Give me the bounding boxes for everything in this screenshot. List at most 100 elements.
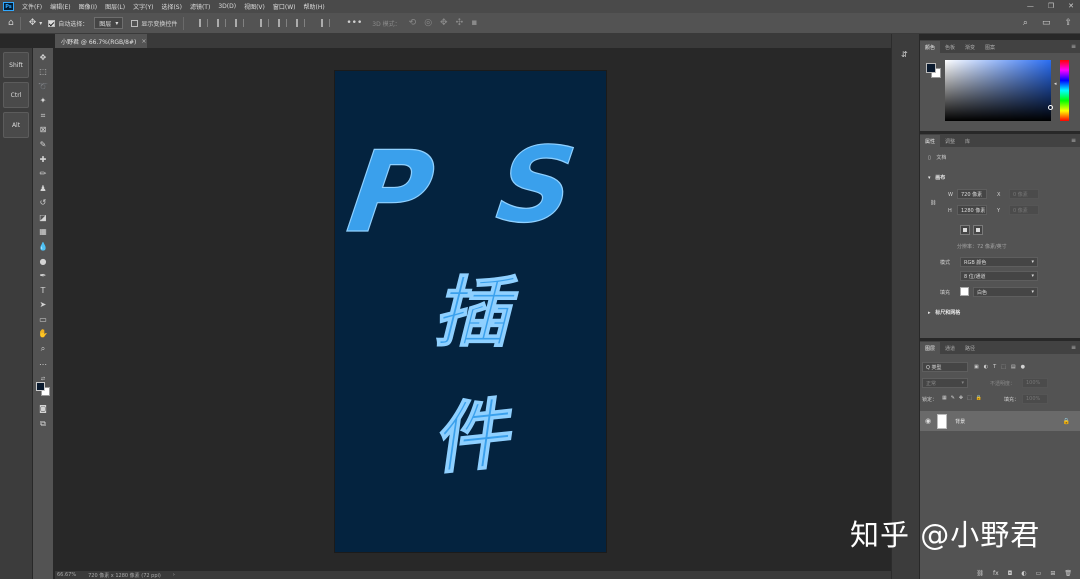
frame-tool-icon[interactable]: ⊠	[37, 124, 49, 136]
hand-tool-icon[interactable]: ✋	[37, 328, 49, 340]
color-panel-foreground-swatch[interactable]	[926, 63, 936, 73]
move-tool-icon[interactable]: ✥	[37, 52, 49, 64]
layer-fill-field[interactable]: 100%	[1022, 394, 1048, 404]
minimize-button[interactable]: —	[1027, 2, 1034, 10]
hue-marker-icon[interactable]: ◂	[1054, 81, 1057, 87]
align-left-icon[interactable]	[260, 19, 270, 27]
shift-key[interactable]: Shift	[3, 52, 29, 78]
align-right-icon[interactable]	[296, 19, 306, 27]
restore-button[interactable]: ❐	[1048, 2, 1054, 10]
history-brush-icon[interactable]: ↺	[37, 197, 49, 209]
align-top-icon[interactable]	[199, 19, 209, 27]
lock-icons[interactable]: ▦✎✥⬚🔒	[942, 395, 986, 401]
tab-layers[interactable]: 图层	[920, 342, 941, 354]
ctrl-key[interactable]: Ctrl	[3, 82, 29, 108]
close-window-button[interactable]: ✕	[1068, 2, 1074, 10]
menu-image[interactable]: 图像(I)	[79, 2, 97, 11]
align-hcenter-icon[interactable]	[278, 19, 288, 27]
tab-paths[interactable]: 路径	[960, 342, 980, 354]
menu-edit[interactable]: 编辑(E)	[50, 2, 70, 11]
menu-select[interactable]: 选择(S)	[161, 2, 182, 11]
3d-camera-icon[interactable]: ▪	[471, 18, 477, 28]
opacity-field[interactable]: 100%	[1022, 378, 1048, 388]
height-field[interactable]: 1280 像素	[957, 205, 987, 215]
chevron-down-icon[interactable]: ▾	[39, 20, 42, 27]
fx-icon[interactable]: fx	[993, 570, 999, 577]
show-transform-checkbox[interactable]	[131, 19, 139, 27]
menu-layer[interactable]: 图层(L)	[105, 2, 125, 11]
menu-type[interactable]: 文字(Y)	[133, 2, 153, 11]
new-layer-icon[interactable]: ⊞	[1050, 570, 1055, 577]
panel-toggle-icon[interactable]: ⇵	[901, 50, 908, 59]
x-field[interactable]: 0 像素	[1009, 189, 1039, 199]
mode-select[interactable]: RGB 颜色 ▾	[960, 257, 1038, 267]
menu-window[interactable]: 窗口(W)	[273, 2, 296, 11]
trash-icon[interactable]: 🗑	[1064, 570, 1072, 577]
edit-toolbar-icon[interactable]: ⋯	[37, 359, 49, 371]
tab-libraries[interactable]: 库	[960, 135, 975, 147]
3d-orbit-icon[interactable]: ⟲	[409, 18, 417, 28]
zoom-level[interactable]: 66.67%	[57, 572, 76, 578]
hue-slider[interactable]	[1060, 60, 1069, 121]
tab-adjustments[interactable]: 调整	[940, 135, 960, 147]
menu-view[interactable]: 视图(V)	[244, 2, 265, 11]
auto-select-checkbox[interactable]	[48, 19, 56, 27]
path-select-icon[interactable]: ➤	[37, 299, 49, 311]
shape-tool-icon[interactable]: ▭	[37, 314, 49, 326]
link-layers-icon[interactable]: ⛓	[976, 570, 984, 577]
alt-key[interactable]: Alt	[3, 112, 29, 138]
share-icon[interactable]: ⇪	[1064, 18, 1072, 28]
bit-depth-select[interactable]: 8 位/通道 ▾	[960, 271, 1038, 281]
color-picker-marker[interactable]	[1048, 105, 1053, 110]
screen-mode-icon[interactable]: ⧉	[37, 418, 49, 430]
more-options-icon[interactable]: •••	[346, 18, 362, 28]
align-bottom-icon[interactable]	[235, 19, 245, 27]
tab-color[interactable]: 颜色	[920, 41, 941, 53]
layer-filter-select[interactable]: Q 类型	[922, 362, 968, 372]
gradient-tool-icon[interactable]: ▦	[37, 226, 49, 238]
tab-patterns[interactable]: 图案	[980, 41, 1000, 53]
3d-roll-icon[interactable]: ◎	[424, 18, 432, 28]
chevron-right-icon[interactable]: ›	[173, 572, 175, 578]
dodge-tool-icon[interactable]: ●	[37, 256, 49, 268]
foreground-color-swatch[interactable]	[36, 382, 45, 391]
brush-tool-icon[interactable]: ✏	[37, 168, 49, 180]
zoom-tool-icon[interactable]: ⌕	[37, 343, 49, 355]
healing-brush-icon[interactable]: ✚	[37, 154, 49, 166]
tab-channels[interactable]: 通道	[940, 342, 960, 354]
lasso-tool-icon[interactable]: ➰	[37, 81, 49, 93]
home-icon[interactable]: ⌂	[8, 18, 14, 28]
layer-row[interactable]: ◉ 背景 🔒	[920, 411, 1080, 431]
document-canvas[interactable]: P S 插 件	[335, 71, 606, 552]
layer-filter-icons[interactable]: ▣◐T⬚▤●	[974, 364, 1030, 370]
quick-mask-icon[interactable]: ◙	[37, 403, 49, 415]
menu-3d[interactable]: 3D(D)	[218, 3, 236, 10]
blur-tool-icon[interactable]: 💧	[37, 241, 49, 253]
workspace-icon[interactable]: ▭	[1042, 18, 1051, 28]
tab-gradients[interactable]: 渐变	[960, 41, 980, 53]
menu-filter[interactable]: 滤镜(T)	[190, 2, 210, 11]
3d-pan-icon[interactable]: ✥	[440, 18, 448, 28]
eyedropper-icon[interactable]: ✎	[37, 139, 49, 151]
canvas-section-header[interactable]: ▾ 画布	[928, 174, 945, 181]
magic-wand-icon[interactable]: ✦	[37, 95, 49, 107]
clone-stamp-icon[interactable]: ♟	[37, 183, 49, 195]
new-group-icon[interactable]: ▭	[1036, 570, 1042, 577]
align-vcenter-icon[interactable]	[217, 19, 227, 27]
add-mask-icon[interactable]: ◘	[1008, 570, 1013, 577]
panel-menu-icon[interactable]: ≡	[1071, 344, 1076, 351]
eye-icon[interactable]: ◉	[925, 417, 931, 425]
marquee-tool-icon[interactable]: ⬚	[37, 66, 49, 78]
blend-mode-select[interactable]: 正常 ▾	[922, 378, 968, 388]
crop-tool-icon[interactable]: ⌗	[37, 110, 49, 122]
move-tool-icon[interactable]: ✥	[29, 18, 37, 28]
panel-menu-icon[interactable]: ≡	[1071, 137, 1076, 144]
portrait-orientation-button[interactable]	[960, 225, 970, 235]
distribute-icon[interactable]	[321, 19, 331, 27]
panel-menu-icon[interactable]: ≡	[1071, 43, 1076, 50]
color-picker-field[interactable]	[945, 60, 1051, 121]
search-icon[interactable]: ⌕	[1023, 18, 1028, 28]
pen-tool-icon[interactable]: ✒	[37, 270, 49, 282]
rulers-section-header[interactable]: ▸ 标尺和网格	[928, 309, 960, 316]
auto-select-dropdown[interactable]: 图层 ▾	[94, 17, 124, 29]
